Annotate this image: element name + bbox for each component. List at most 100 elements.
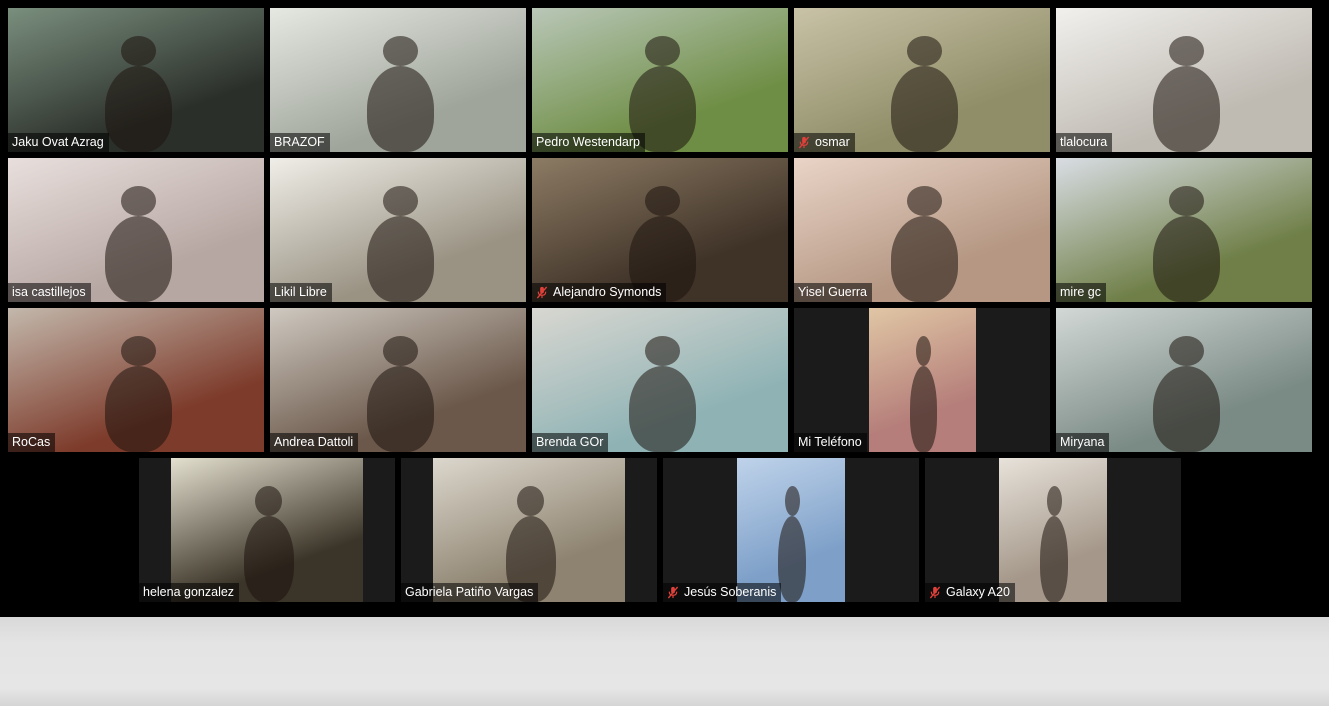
video-letterbox: [845, 458, 919, 602]
participant-name: mire gc: [1060, 285, 1101, 299]
participant-video: [433, 458, 625, 602]
participant-tile[interactable]: Brenda GOr: [532, 308, 788, 452]
participant-tile[interactable]: mire gc: [1056, 158, 1312, 302]
participant-name: helena gonzalez: [143, 585, 235, 599]
video-letterbox: [625, 458, 657, 602]
person-silhouette: [105, 216, 172, 302]
participant-tile[interactable]: Mi Teléfono: [794, 308, 1050, 452]
person-head: [784, 486, 800, 516]
video-gallery: Jaku Ovat Azrag BRAZOF Pedro Westendarp …: [0, 0, 1329, 617]
person-head: [906, 186, 943, 216]
participant-video: [737, 458, 845, 602]
video-letterbox: [401, 458, 433, 602]
participant-video: [794, 158, 1050, 302]
person-head: [644, 336, 681, 366]
person-head: [382, 336, 419, 366]
person-head: [382, 36, 419, 66]
microphone-muted-icon: [536, 286, 548, 299]
video-letterbox: [363, 458, 395, 602]
person-silhouette: [1040, 516, 1069, 602]
person-head: [1168, 36, 1205, 66]
participant-name-label: Jaku Ovat Azrag: [8, 133, 109, 152]
participant-video: [794, 8, 1050, 152]
person-silhouette: [1153, 366, 1220, 452]
video-letterbox: [794, 308, 869, 452]
person-silhouette: [367, 216, 434, 302]
participant-tile[interactable]: Gabriela Patiño Vargas: [401, 458, 657, 602]
participant-name: Gabriela Patiño Vargas: [405, 585, 534, 599]
participant-name: Likil Libre: [274, 285, 327, 299]
participant-tile[interactable]: Alejandro Symonds: [532, 158, 788, 302]
participant-name-label: Alejandro Symonds: [532, 283, 667, 302]
participant-video: [270, 308, 526, 452]
person-silhouette: [105, 66, 172, 152]
person-head: [517, 486, 545, 516]
meeting-toolbar-area: [0, 617, 1329, 706]
participant-tile[interactable]: Jaku Ovat Azrag: [8, 8, 264, 152]
participant-name-label: Pedro Westendarp: [532, 133, 645, 152]
person-head: [1168, 336, 1205, 366]
person-head: [916, 336, 932, 366]
participant-name-label: Brenda GOr: [532, 433, 609, 452]
participant-name: isa castillejos: [12, 285, 86, 299]
participant-video: [532, 308, 788, 452]
participant-video: [999, 458, 1107, 602]
person-head: [644, 36, 681, 66]
person-silhouette: [1153, 216, 1220, 302]
participant-tile[interactable]: tlalocura: [1056, 8, 1312, 152]
video-letterbox: [1107, 458, 1181, 602]
participant-name-label: RoCas: [8, 433, 56, 452]
participant-name: Jesús Soberanis: [684, 585, 777, 599]
person-silhouette: [243, 516, 294, 602]
person-silhouette: [778, 516, 807, 602]
participant-video: [869, 308, 976, 452]
participant-tile[interactable]: Pedro Westendarp: [532, 8, 788, 152]
participant-tile[interactable]: Galaxy A20: [925, 458, 1181, 602]
video-letterbox: [925, 458, 999, 602]
participant-name: BRAZOF: [274, 135, 325, 149]
participant-tile[interactable]: Likil Libre: [270, 158, 526, 302]
participant-name-label: helena gonzalez: [139, 583, 240, 602]
participant-name: Andrea Dattoli: [274, 435, 354, 449]
person-head: [120, 36, 157, 66]
participant-tile[interactable]: Jesús Soberanis: [663, 458, 919, 602]
person-silhouette: [891, 216, 958, 302]
participant-tile[interactable]: RoCas: [8, 308, 264, 452]
participant-tile[interactable]: helena gonzalez: [139, 458, 395, 602]
participant-video: [270, 8, 526, 152]
person-silhouette: [105, 366, 172, 452]
participant-name-label: mire gc: [1056, 283, 1106, 302]
participant-name: osmar: [815, 135, 850, 149]
participant-video: [1056, 158, 1312, 302]
participant-video: [532, 8, 788, 152]
participant-name: Yisel Guerra: [798, 285, 868, 299]
person-silhouette: [367, 366, 434, 452]
person-head: [255, 486, 283, 516]
participant-video: [1056, 8, 1312, 152]
participant-tile[interactable]: Andrea Dattoli: [270, 308, 526, 452]
participant-name: Alejandro Symonds: [553, 285, 662, 299]
person-silhouette: [629, 366, 696, 452]
video-letterbox: [976, 308, 1050, 452]
participant-video: [171, 458, 363, 602]
participant-tile[interactable]: BRAZOF: [270, 8, 526, 152]
participant-name-label: Mi Teléfono: [794, 433, 867, 452]
person-head: [1046, 486, 1062, 516]
person-silhouette: [891, 66, 958, 152]
participant-video: [1056, 308, 1312, 452]
participant-tile[interactable]: Yisel Guerra: [794, 158, 1050, 302]
person-head: [382, 186, 419, 216]
person-head: [644, 186, 681, 216]
participant-name-label: Likil Libre: [270, 283, 332, 302]
participant-tile[interactable]: isa castillejos: [8, 158, 264, 302]
participant-name-label: BRAZOF: [270, 133, 330, 152]
participant-name-label: Miryana: [1056, 433, 1110, 452]
participant-tile[interactable]: osmar: [794, 8, 1050, 152]
participant-video: [532, 158, 788, 302]
participant-name: Galaxy A20: [946, 585, 1010, 599]
participant-name: Miryana: [1060, 435, 1105, 449]
participant-tile[interactable]: Miryana: [1056, 308, 1312, 452]
participant-name-label: tlalocura: [1056, 133, 1113, 152]
microphone-muted-icon: [798, 136, 810, 149]
participant-name-label: osmar: [794, 133, 855, 152]
